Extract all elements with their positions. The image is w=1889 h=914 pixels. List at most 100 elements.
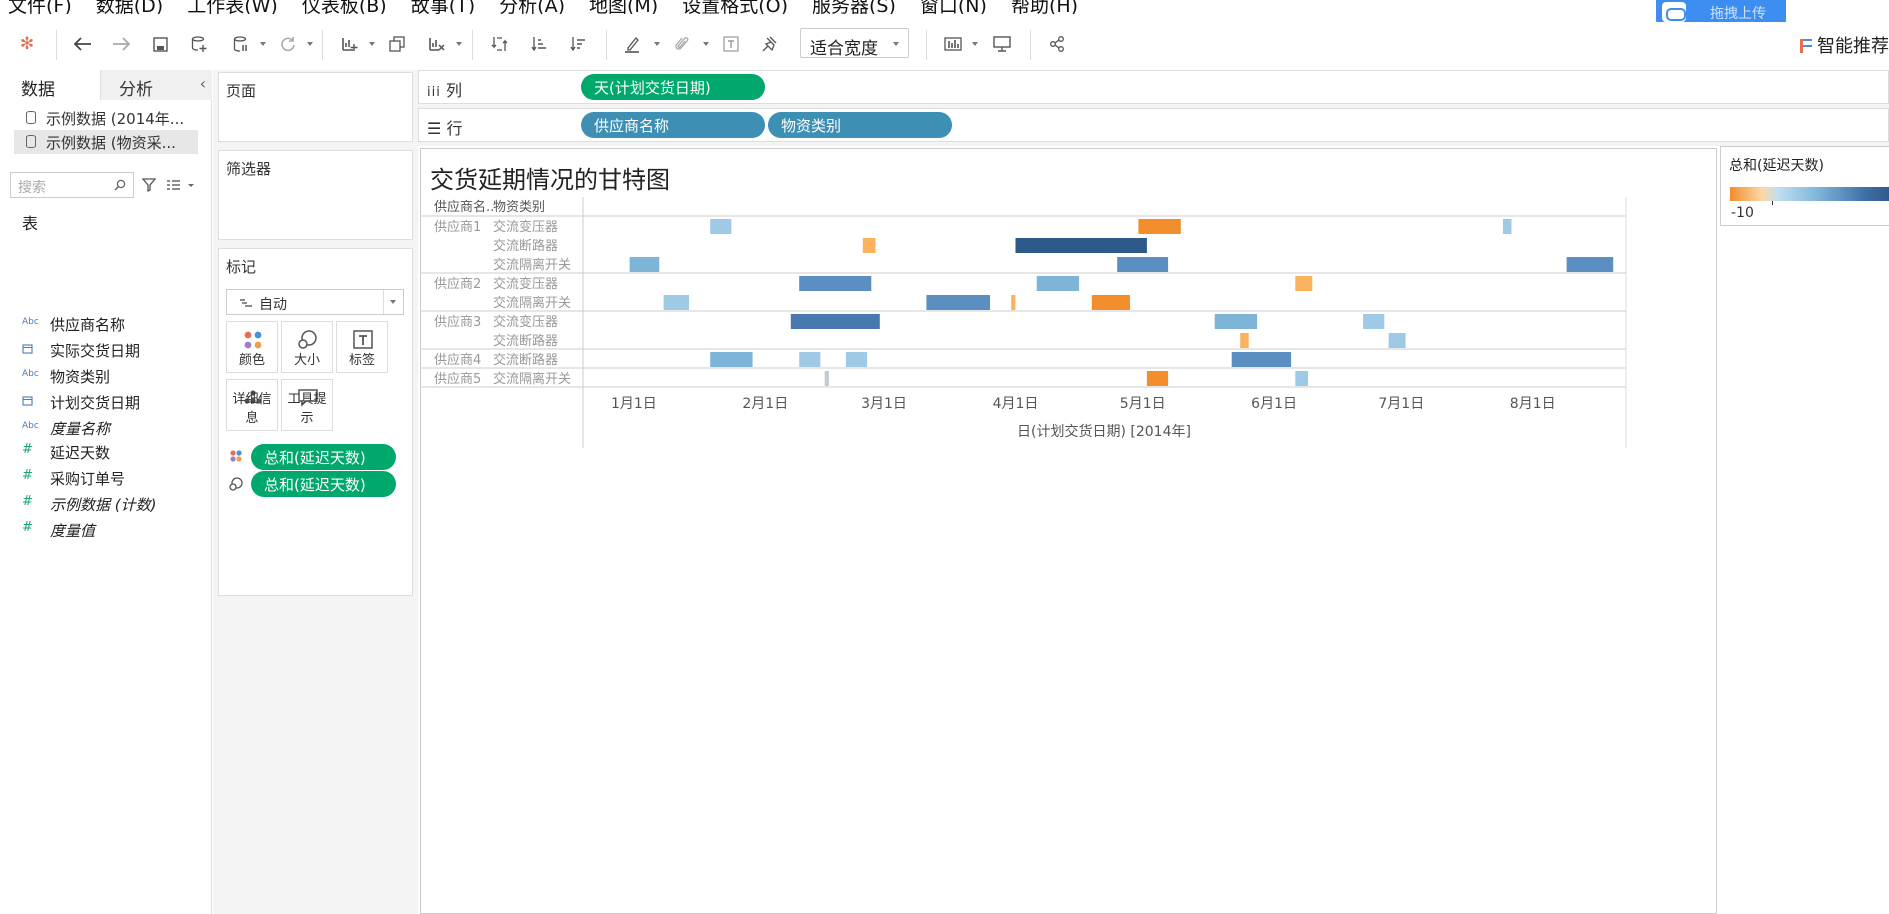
detail-button[interactable]: 详细信息 xyxy=(226,379,278,431)
duplicate-icon[interactable] xyxy=(385,32,409,56)
forward-icon[interactable] xyxy=(108,32,134,56)
search-input[interactable]: 搜索 xyxy=(10,172,134,198)
tab-data[interactable]: 数据 xyxy=(0,70,100,100)
pages-card[interactable]: 页面 xyxy=(218,72,413,142)
show-me-icon[interactable] xyxy=(940,32,966,56)
smart-recommend-button[interactable]: 智能推荐 xyxy=(1800,32,1889,58)
drag-upload-label: 拖拽上传 xyxy=(1710,6,1766,22)
x-tick-label: 3月1日 xyxy=(861,396,907,412)
field-item[interactable]: Abc 供应商名称 xyxy=(22,314,202,334)
text-type-icon: Abc xyxy=(22,369,39,379)
category-label: 交流变压器 xyxy=(493,219,558,235)
new-datasource-icon[interactable] xyxy=(187,32,211,56)
gantt-bar xyxy=(1011,295,1016,310)
color-icon xyxy=(244,331,262,349)
view-options-icon[interactable] xyxy=(166,179,194,191)
label-button[interactable]: 标签 xyxy=(336,321,388,373)
columns-icon: iii xyxy=(427,85,441,100)
rows-icon: ☰ xyxy=(427,119,442,138)
tooltip-button[interactable]: 工具提示 xyxy=(281,379,333,431)
collapse-icon[interactable]: ‹ xyxy=(200,74,206,93)
gantt-bar xyxy=(1295,276,1313,291)
category-label: 交流变压器 xyxy=(493,276,558,292)
gantt-bar xyxy=(1117,257,1169,272)
shelves: iii 列 天(计划交货日期) ☰ 行 供应商名称 物资类别 xyxy=(418,70,1889,146)
database-icon xyxy=(26,135,36,148)
presentation-icon[interactable] xyxy=(990,32,1014,56)
color-button[interactable]: 颜色 xyxy=(226,321,278,373)
sort-desc-icon[interactable] xyxy=(566,32,590,56)
mark-pill-color[interactable]: 总和(延迟天数) xyxy=(251,444,396,470)
new-worksheet-icon[interactable] xyxy=(337,32,361,56)
tab-analysis[interactable]: 分析 xyxy=(100,70,212,100)
x-tick-label: 6月1日 xyxy=(1251,396,1297,412)
gantt-bar xyxy=(710,219,732,234)
back-icon[interactable] xyxy=(70,32,96,56)
refresh-icon[interactable] xyxy=(276,32,300,56)
field-item[interactable]: Abc 物资类别 xyxy=(22,366,202,386)
datasource-item[interactable]: 示例数据 (2014年... xyxy=(14,106,198,130)
menu-item[interactable]: 工作表(W) xyxy=(187,0,278,14)
supplier-label: 供应商1 xyxy=(434,219,481,235)
x-tick-label: 2月1日 xyxy=(742,396,788,412)
gantt-bar xyxy=(710,352,753,367)
field-item[interactable]: # 采购订单号 xyxy=(22,468,202,488)
gantt-bar xyxy=(1566,257,1614,272)
x-tick-label: 4月1日 xyxy=(993,396,1039,412)
mark-pill-size[interactable]: 总和(延迟天数) xyxy=(251,471,396,497)
menu-item[interactable]: 窗口(N) xyxy=(920,0,987,14)
menu-item[interactable]: 分析(A) xyxy=(499,0,565,14)
columns-shelf[interactable]: iii 列 天(计划交货日期) xyxy=(418,70,1889,104)
color-legend[interactable]: 总和(延迟天数) -10 xyxy=(1720,146,1889,226)
category-label: 交流断路器 xyxy=(493,333,558,349)
fix-axes-icon[interactable] xyxy=(757,32,781,56)
rows-pill-category[interactable]: 物资类别 xyxy=(768,112,952,138)
menu-item[interactable]: 服务器(S) xyxy=(812,0,896,14)
category-label: 交流变压器 xyxy=(493,314,558,330)
fit-width-dropdown[interactable]: 适合宽度 xyxy=(800,28,909,59)
menu-item[interactable]: 故事(T) xyxy=(411,0,475,14)
toolbar: ✻ xyxy=(0,22,1889,68)
field-name: 供应商名称 xyxy=(50,316,126,334)
calendar-icon xyxy=(22,395,40,409)
swap-icon[interactable] xyxy=(487,32,511,56)
field-item[interactable]: 计划交货日期 xyxy=(22,392,202,412)
row-header-category: 物资类别 xyxy=(493,200,545,215)
tableau-logo-icon[interactable]: ✻ xyxy=(16,32,38,56)
rows-pill-supplier[interactable]: 供应商名称 xyxy=(581,112,765,138)
x-tick-label: 7月1日 xyxy=(1378,396,1424,412)
rows-shelf[interactable]: ☰ 行 供应商名称 物资类别 xyxy=(418,108,1889,142)
menu-item[interactable]: 帮助(H) xyxy=(1011,0,1078,14)
x-tick-label: 8月1日 xyxy=(1510,396,1556,412)
field-item[interactable]: Abc 度量名称 xyxy=(22,418,202,438)
mark-type-dropdown[interactable]: 自动 xyxy=(226,289,404,315)
field-item[interactable]: # 示例数据 (计数) xyxy=(22,494,202,514)
field-item[interactable]: 实际交货日期 xyxy=(22,340,202,360)
menu-item[interactable]: 文件(F) xyxy=(8,0,72,14)
share-icon[interactable] xyxy=(1044,32,1070,56)
menu-item[interactable]: 地图(M) xyxy=(589,0,658,14)
menu-item[interactable]: 数据(D) xyxy=(96,0,163,14)
measure-icon: # xyxy=(22,520,33,535)
size-button[interactable]: 大小 xyxy=(281,321,333,373)
filters-card[interactable]: 筛选器 xyxy=(218,150,413,240)
save-icon[interactable] xyxy=(148,32,172,56)
sort-asc-icon[interactable] xyxy=(527,32,551,56)
menu-bar: 文件(F) 数据(D) 工作表(W) 仪表板(B) 故事(T) 分析(A) 地图(M) 设置格… xyxy=(0,0,1889,14)
clear-sheet-icon[interactable] xyxy=(424,32,448,56)
size-icon xyxy=(298,330,317,349)
columns-pill-planned-date[interactable]: 天(计划交货日期) xyxy=(581,74,765,100)
gantt-bar xyxy=(1363,314,1385,329)
group-members-icon[interactable] xyxy=(670,32,694,56)
menu-item[interactable]: 仪表板(B) xyxy=(302,0,387,14)
filter-icon[interactable] xyxy=(142,178,156,192)
pause-updates-icon[interactable] xyxy=(228,32,252,56)
datasource-item-selected[interactable]: 示例数据 (物资采... xyxy=(14,130,198,154)
show-labels-icon[interactable] xyxy=(719,32,743,56)
menu-item[interactable]: 设置格式(O) xyxy=(682,0,788,14)
highlight-icon[interactable] xyxy=(620,32,644,56)
field-item[interactable]: # 度量值 xyxy=(22,520,202,540)
category-label: 交流隔离开关 xyxy=(493,295,571,311)
supplier-label: 供应商4 xyxy=(434,352,481,368)
field-item[interactable]: # 延迟天数 xyxy=(22,442,202,462)
